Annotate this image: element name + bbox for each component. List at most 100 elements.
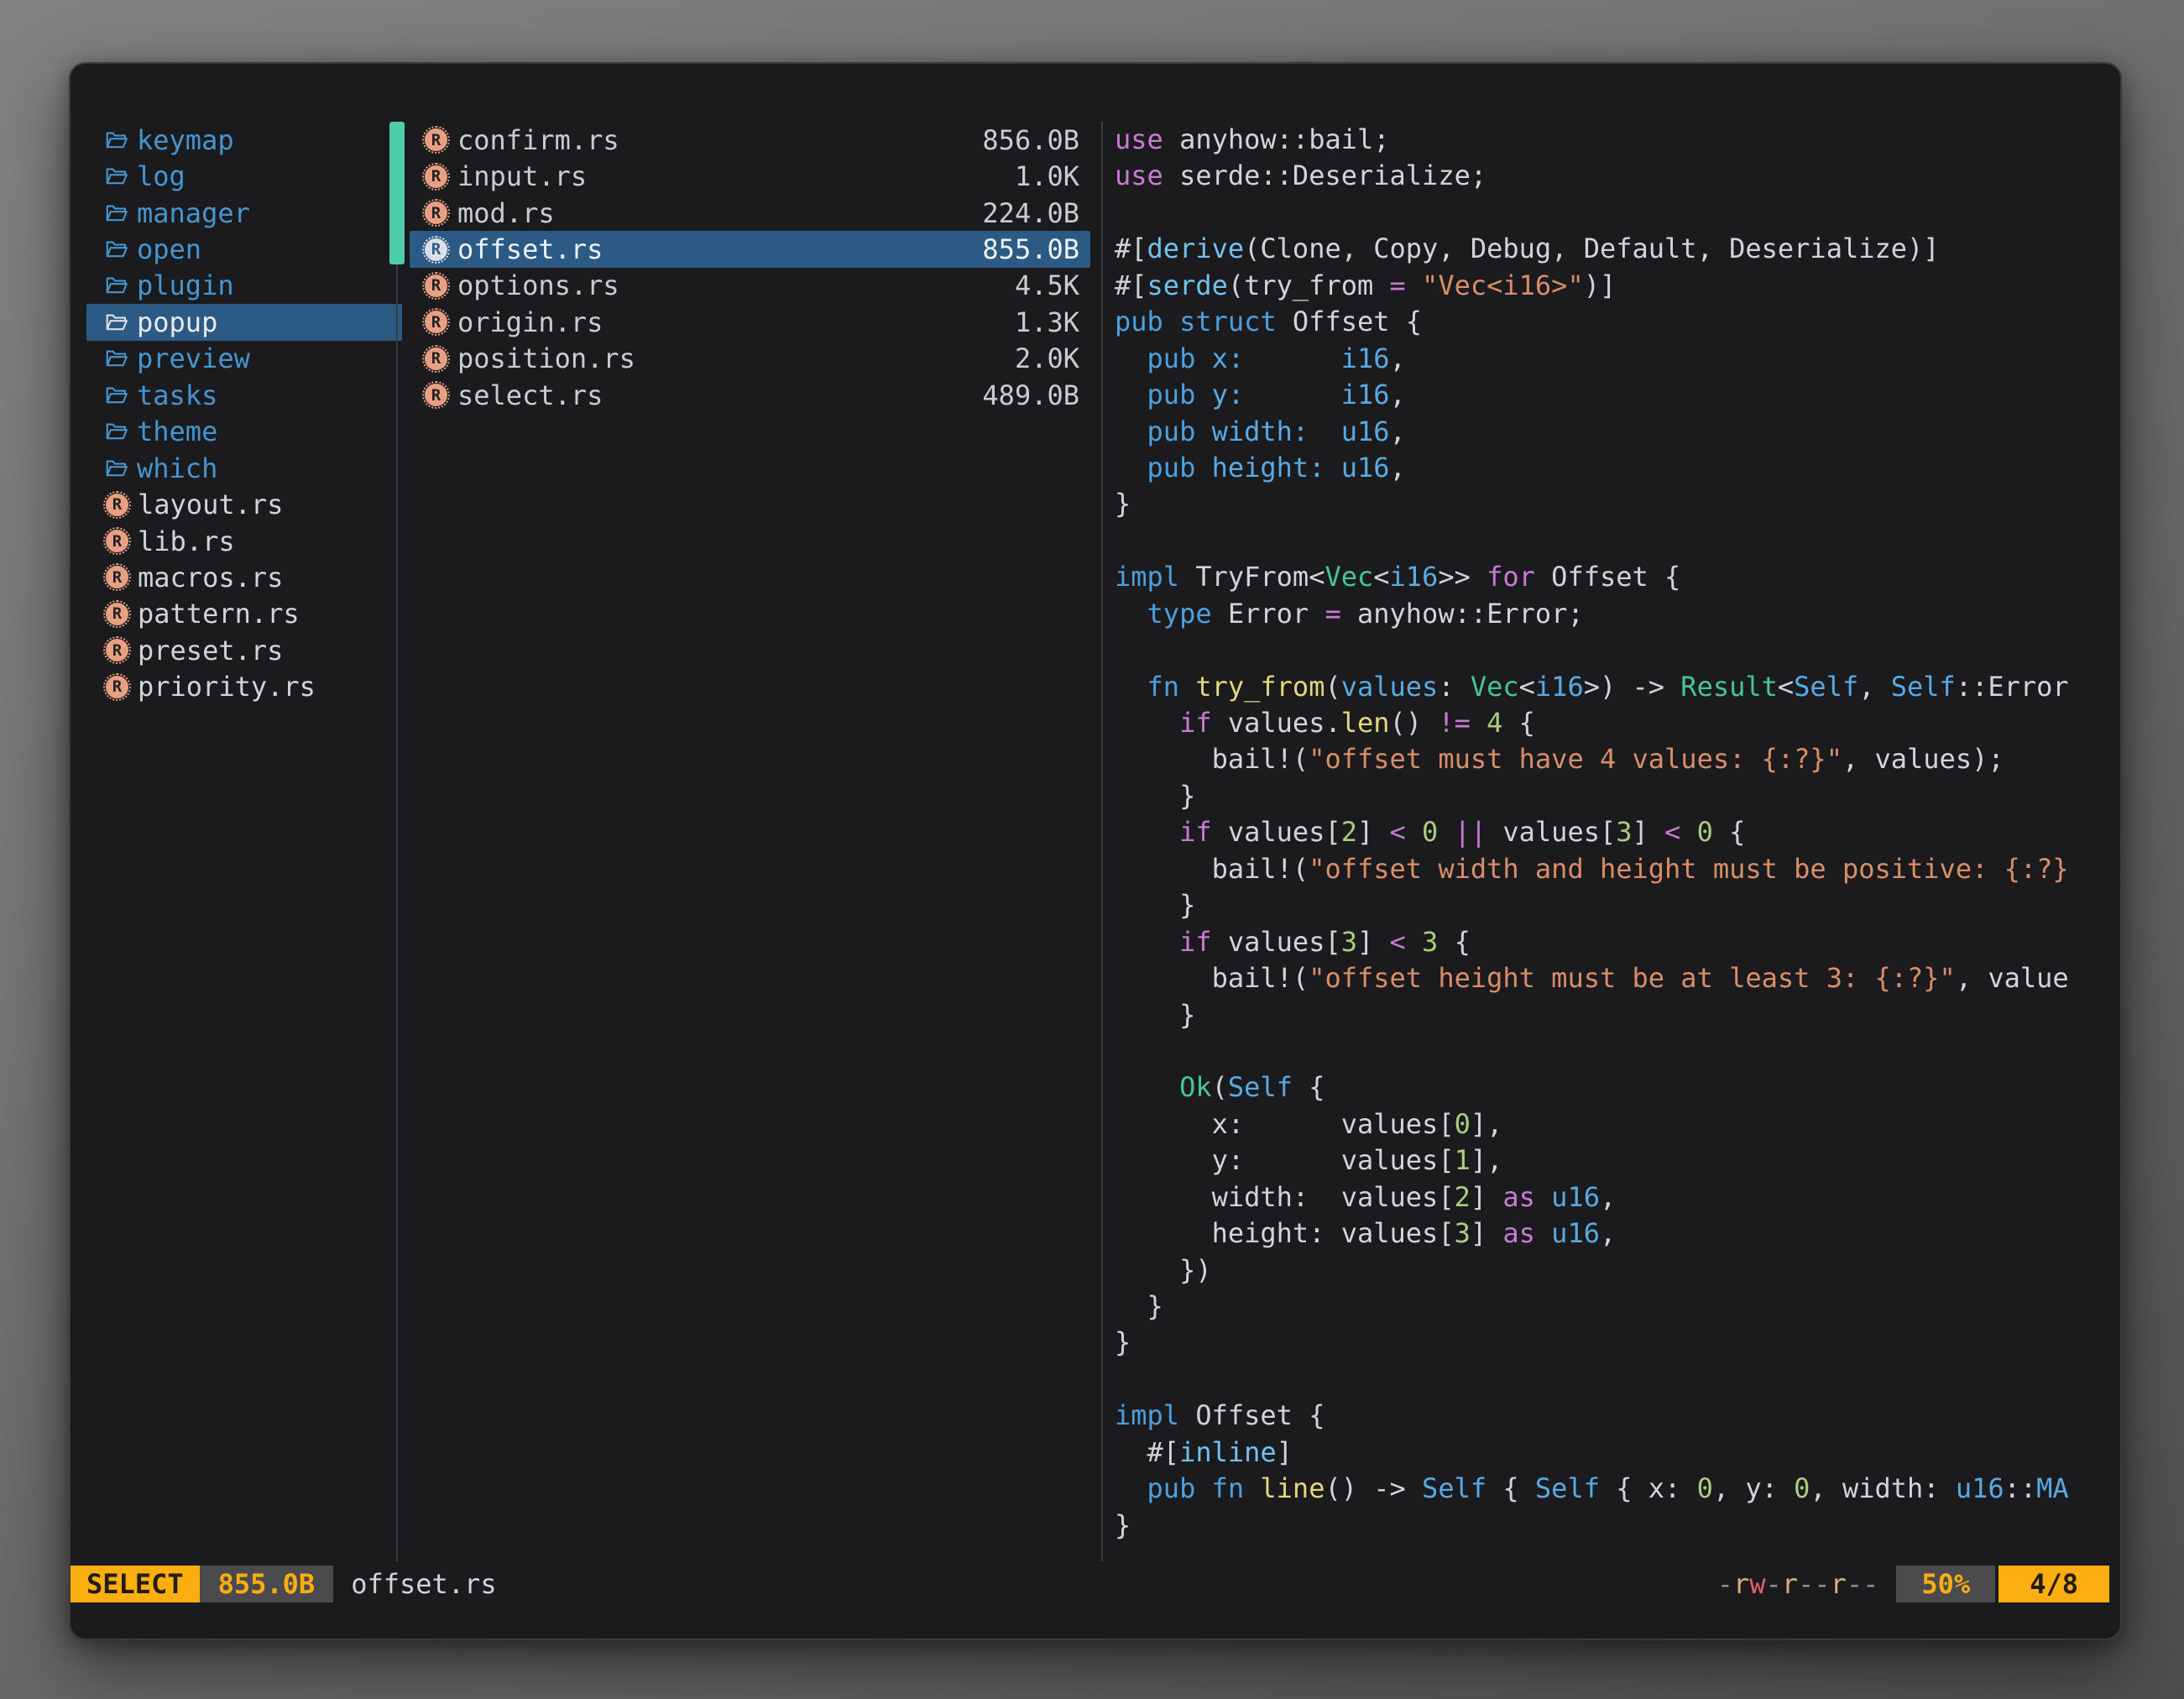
rust-file-icon: R xyxy=(425,165,447,188)
code-line: } xyxy=(1115,1325,2119,1361)
sidebar-item-theme[interactable]: theme xyxy=(86,414,402,450)
code-line: bail!("offset height must be at least 3:… xyxy=(1115,960,2119,996)
code-line: Ok(Self { xyxy=(1115,1069,2119,1106)
rust-file-icon: R xyxy=(425,128,447,151)
sidebar-item-preset-rs[interactable]: Rpreset.rs xyxy=(86,632,402,668)
status-bar: SELECT 855.0B offset.rs -rw-r--r-- 50% 4… xyxy=(71,1566,2120,1602)
sidebar-item-pattern-rs[interactable]: Rpattern.rs xyxy=(86,596,402,632)
rust-file-icon: R xyxy=(425,274,447,297)
sidebar-item-label: pattern.rs xyxy=(138,598,300,630)
file-size: 856.0B xyxy=(982,124,1079,156)
rust-file-icon: R xyxy=(106,530,128,552)
code-line: #[inline] xyxy=(1115,1435,2119,1471)
code-line xyxy=(1115,1033,2119,1069)
folder-icon xyxy=(104,346,129,371)
rust-file-icon: R xyxy=(106,603,128,625)
file-row-origin-rs[interactable]: Rorigin.rs1.3K xyxy=(410,304,1090,340)
code-line: pub struct Offset { xyxy=(1115,304,2119,340)
code-line xyxy=(1115,1362,2119,1398)
code-line xyxy=(1115,523,2119,559)
code-line: impl TryFrom<Vec<i16>> for Offset { xyxy=(1115,559,2119,595)
code-line: impl Offset { xyxy=(1115,1398,2119,1434)
sidebar-item-keymap[interactable]: keymap xyxy=(86,122,402,158)
code-line: if values.len() != 4 { xyxy=(1115,705,2119,741)
code-line xyxy=(1115,632,2119,668)
folder-icon xyxy=(104,419,129,444)
selected-file-name: offset.rs xyxy=(351,1566,496,1602)
sidebar-item-label: priority.rs xyxy=(138,671,316,703)
sidebar-item-label: tasks xyxy=(137,379,217,411)
sidebar-item-label: open xyxy=(137,233,201,265)
file-row-options-rs[interactable]: Roptions.rs4.5K xyxy=(410,268,1090,304)
code-line: height: values[3] as u16, xyxy=(1115,1215,2119,1252)
sidebar-item-popup[interactable]: popup xyxy=(86,304,402,340)
rust-file-icon: R xyxy=(425,311,447,333)
parent-directory-pane: keymap log manager open pluginpopuppreview ta… xyxy=(86,122,402,705)
sidebar-item-preview[interactable]: preview xyxy=(86,341,402,377)
code-line: pub height: u16, xyxy=(1115,450,2119,486)
sidebar-item-label: plugin xyxy=(137,269,234,301)
code-line: if values[3] < 3 { xyxy=(1115,924,2119,960)
file-size: 1.0K xyxy=(1015,160,1079,192)
file-row-position-rs[interactable]: Rposition.rs2.0K xyxy=(410,341,1090,377)
sidebar-item-which[interactable]: which xyxy=(86,450,402,486)
file-size: 2.0K xyxy=(1015,342,1079,374)
rust-file-icon: R xyxy=(425,238,447,261)
code-line: }) xyxy=(1115,1252,2119,1289)
code-line: #[derive(Clone, Copy, Debug, Default, De… xyxy=(1115,231,2119,267)
file-name: mod.rs xyxy=(457,197,555,229)
code-line: x: values[0], xyxy=(1115,1106,2119,1142)
code-line: y: values[1], xyxy=(1115,1142,2119,1179)
file-preview-pane: use anyhow::bail;use serde::Deserialize;… xyxy=(1115,122,2119,1544)
file-name: input.rs xyxy=(457,160,587,192)
folder-icon xyxy=(104,164,129,189)
code-line: } xyxy=(1115,486,2119,522)
code-line: use anyhow::bail; xyxy=(1115,122,2119,158)
code-line: bail!("offset must have 4 values: {:?}",… xyxy=(1115,741,2119,777)
file-row-mod-rs[interactable]: Rmod.rs224.0B xyxy=(410,195,1090,231)
rust-file-icon: R xyxy=(425,384,447,406)
file-row-offset-rs[interactable]: Roffset.rs855.0B xyxy=(410,231,1090,267)
rust-file-icon: R xyxy=(106,566,128,588)
cursor-position-badge: 4/8 xyxy=(1999,1566,2109,1602)
selected-file-size-badge: 855.0B xyxy=(200,1566,334,1602)
sidebar-item-macros-rs[interactable]: Rmacros.rs xyxy=(86,559,402,595)
scroll-percent-badge: 50% xyxy=(1896,1566,1995,1602)
folder-icon xyxy=(104,273,129,298)
sidebar-item-label: log xyxy=(137,160,185,192)
sidebar-item-manager[interactable]: manager xyxy=(86,195,402,231)
sidebar-item-label: keymap xyxy=(137,124,234,156)
file-row-confirm-rs[interactable]: Rconfirm.rs856.0B xyxy=(410,122,1090,158)
code-line: pub y: i16, xyxy=(1115,377,2119,413)
code-line: pub fn line() -> Self { Self { x: 0, y: … xyxy=(1115,1471,2119,1507)
file-name: offset.rs xyxy=(457,233,603,265)
code-line: if values[2] < 0 || values[3] < 0 { xyxy=(1115,814,2119,850)
sidebar-item-log[interactable]: log xyxy=(86,158,402,194)
code-line: } xyxy=(1115,778,2119,814)
code-line: } xyxy=(1115,997,2119,1033)
status-bar-right: -rw-r--r-- 50% 4/8 xyxy=(1717,1566,2109,1602)
sidebar-item-label: preview xyxy=(137,342,250,374)
sidebar-item-lib-rs[interactable]: Rlib.rs xyxy=(86,523,402,559)
rust-file-icon: R xyxy=(106,639,128,661)
sidebar-item-label: layout.rs xyxy=(138,489,283,520)
terminal-window: keymap log manager open pluginpopuppreview ta… xyxy=(69,62,2122,1640)
code-line: width: values[2] as u16, xyxy=(1115,1179,2119,1215)
code-line: } xyxy=(1115,1508,2119,1544)
sidebar-item-layout-rs[interactable]: Rlayout.rs xyxy=(86,486,402,522)
rust-file-icon: R xyxy=(106,676,128,698)
sidebar-item-priority-rs[interactable]: Rpriority.rs xyxy=(86,669,402,705)
sidebar-item-tasks[interactable]: tasks xyxy=(86,377,402,413)
file-row-select-rs[interactable]: Rselect.rs489.0B xyxy=(410,377,1090,413)
file-list-scrollbar[interactable] xyxy=(389,122,405,264)
file-row-input-rs[interactable]: Rinput.rs 1.0K xyxy=(410,158,1090,194)
pane-divider-left xyxy=(396,122,398,1561)
code-line: pub x: i16, xyxy=(1115,341,2119,377)
code-line: } xyxy=(1115,887,2119,923)
code-line: } xyxy=(1115,1289,2119,1325)
sidebar-item-label: manager xyxy=(137,197,250,229)
sidebar-item-plugin[interactable]: plugin xyxy=(86,268,402,304)
folder-icon xyxy=(104,201,129,226)
file-size: 4.5K xyxy=(1015,269,1079,301)
sidebar-item-open[interactable]: open xyxy=(86,231,402,267)
